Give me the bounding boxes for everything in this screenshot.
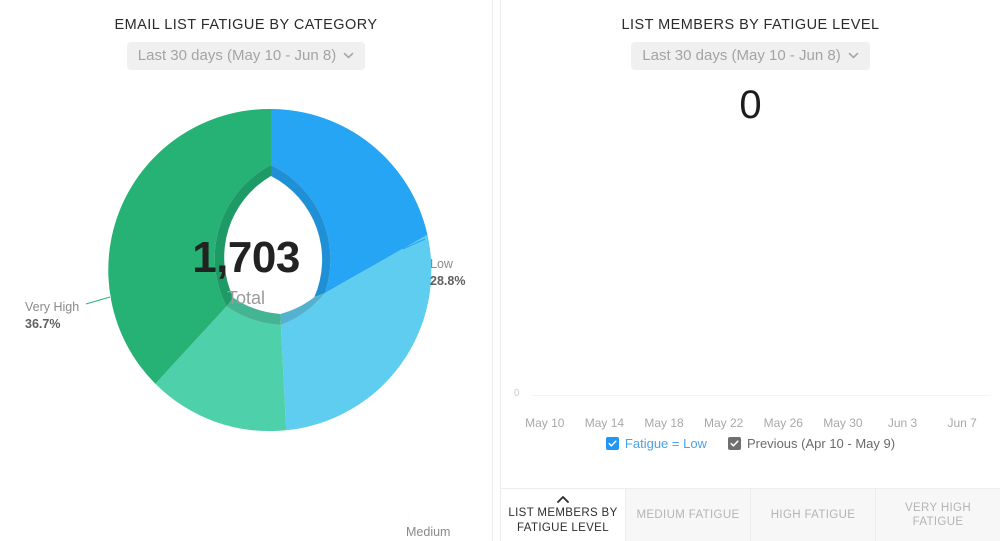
- donut-label-low: Low 28.8%: [430, 256, 465, 289]
- chevron-up-icon: [557, 495, 570, 504]
- list-members-total: 0: [739, 83, 762, 127]
- x-axis-tick: May 14: [584, 416, 625, 430]
- tab-very-high-fatigue[interactable]: VERY HIGH FATIGUE: [875, 489, 1000, 541]
- donut-label-low-pct: 28.8%: [430, 273, 466, 288]
- right-date-range-label: Last 30 days (May 10 - Jun 8): [642, 47, 841, 64]
- x-axis-tick: Jun 3: [887, 416, 918, 430]
- left-date-filter-wrap: Last 30 days (May 10 - Jun 8): [0, 42, 492, 70]
- donut-label-very-high-name: Very High: [25, 300, 80, 314]
- panel-divider: [492, 0, 501, 541]
- left-date-range-dropdown[interactable]: Last 30 days (May 10 - Jun 8): [126, 42, 366, 70]
- right-card-title: LIST MEMBERS BY FATIGUE LEVEL: [621, 17, 880, 33]
- x-axis-tick: Jun 7: [947, 416, 977, 430]
- legend-label-previous: Previous (Apr 10 - May 9): [746, 435, 896, 451]
- x-axis-tick: May 26: [763, 416, 803, 430]
- donut-label-medium-name: Medium: [406, 525, 451, 539]
- tab-label: MEDIUM FATIGUE: [636, 508, 740, 521]
- gridline-zero: [532, 395, 991, 396]
- y-axis-tick-0: 0: [514, 388, 520, 399]
- dashboard: EMAIL LIST FATIGUE BY CATEGORY Last 30 d…: [0, 0, 1000, 541]
- left-card-title: EMAIL LIST FATIGUE BY CATEGORY: [114, 17, 378, 33]
- left-date-range-label: Last 30 days (May 10 - Jun 8): [137, 47, 337, 64]
- x-axis: May 10 May 14 May 18 May 22 May 26 May 3…: [515, 416, 992, 430]
- legend-label-fatigue-low: Fatigue = Low: [624, 435, 707, 451]
- chevron-down-icon: [848, 50, 859, 61]
- chart-legend: Fatigue = Low Previous (Apr 10 - May 9): [501, 432, 1000, 454]
- tab-label: VERY HIGH FATIGUE: [905, 501, 971, 528]
- leader-line-very-high: [85, 296, 111, 305]
- right-date-range-dropdown[interactable]: Last 30 days (May 10 - Jun 8): [631, 42, 870, 70]
- donut-label-low-name: Low: [430, 257, 453, 271]
- tab-medium-fatigue[interactable]: MEDIUM FATIGUE: [625, 489, 750, 541]
- donut-label-medium: Medium 19.7%: [406, 524, 450, 541]
- checkbox-checked-icon[interactable]: [605, 436, 619, 450]
- tab-high-fatigue[interactable]: HIGH FATIGUE: [750, 489, 875, 541]
- tab-list-members-by-fatigue-level[interactable]: LIST MEMBERS BY FATIGUE LEVEL: [501, 489, 625, 541]
- x-axis-tick: May 10: [525, 416, 565, 430]
- donut-label-very-high: Very High 36.7%: [25, 299, 79, 332]
- donut-slices: [108, 108, 432, 432]
- x-axis-tick: May 22: [704, 416, 744, 430]
- list-members-line-chart: 0 May 10 May 14 May 18 May 22 May 26 May…: [501, 135, 1000, 430]
- fatigue-tab-bar: LIST MEMBERS BY FATIGUE LEVEL MEDIUM FAT…: [501, 488, 1000, 541]
- legend-item-fatigue-low[interactable]: Fatigue = Low: [605, 435, 707, 451]
- right-date-filter-wrap: Last 30 days (May 10 - Jun 8): [501, 42, 1000, 70]
- donut-label-very-high-pct: 36.7%: [25, 316, 61, 331]
- fatigue-donut-chart: 1,703 Total Low 28.8% Medium 19.7% High …: [0, 88, 492, 539]
- x-axis-tick: May 30: [823, 416, 863, 430]
- tab-label: HIGH FATIGUE: [770, 508, 856, 521]
- email-list-fatigue-card: EMAIL LIST FATIGUE BY CATEGORY Last 30 d…: [0, 0, 492, 541]
- list-members-card: LIST MEMBERS BY FATIGUE LEVEL Last 30 da…: [501, 0, 1000, 541]
- tab-label: LIST MEMBERS BY FATIGUE LEVEL: [508, 507, 618, 534]
- chevron-down-icon: [343, 50, 354, 61]
- x-axis-tick: May 18: [644, 416, 684, 430]
- checkbox-checked-icon[interactable]: [727, 436, 741, 450]
- legend-item-previous[interactable]: Previous (Apr 10 - May 9): [727, 435, 896, 451]
